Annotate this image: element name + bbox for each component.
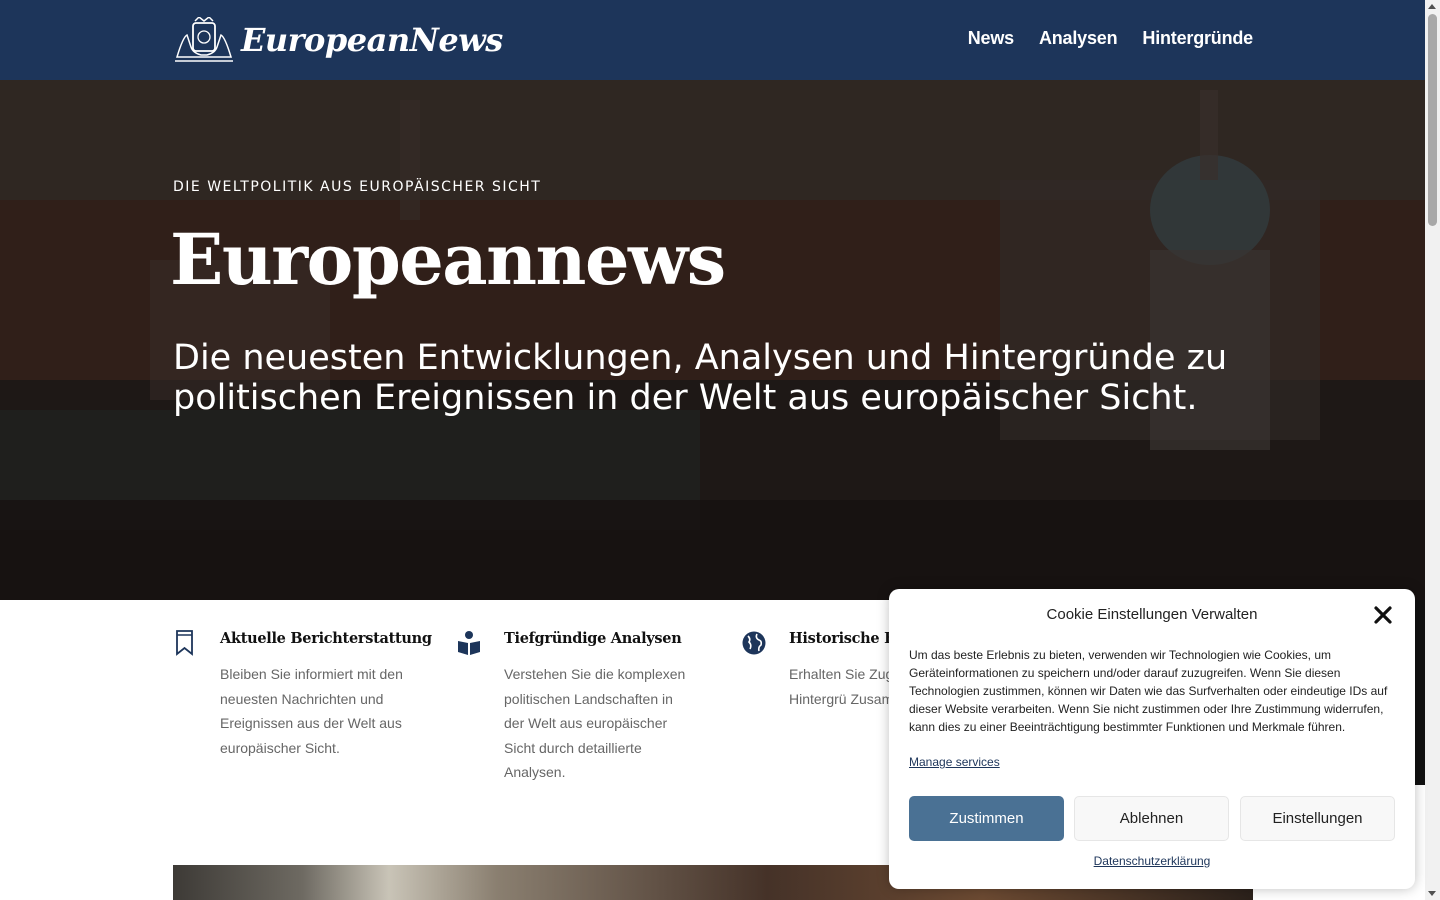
nav-item-hintergruende[interactable]: Hintergründe [1142, 28, 1253, 49]
side-image-strip [1415, 600, 1425, 785]
privacy-policy-link[interactable]: Datenschutzerklärung [889, 854, 1415, 868]
nav-item-analysen[interactable]: Analysen [1039, 28, 1118, 49]
scrollbar-thumb[interactable] [1428, 14, 1437, 226]
bookmark-icon [176, 630, 193, 656]
hero-section: DIE WELTPOLITIK AUS EUROPÄISCHER SICHT E… [0, 80, 1425, 600]
close-icon[interactable] [1373, 605, 1393, 625]
manage-services-link[interactable]: Manage services [909, 755, 1000, 769]
deny-button[interactable]: Ablehnen [1074, 796, 1229, 841]
page-scrollbar[interactable] [1425, 0, 1440, 900]
feature-text: Verstehen Sie die komplexen politischen … [504, 666, 686, 780]
accept-button[interactable]: Zustimmen [909, 796, 1064, 841]
cookie-description: Um das beste Erlebnis zu bieten, verwend… [909, 648, 1388, 734]
book-reader-icon [458, 631, 480, 655]
scroll-up-arrow-icon[interactable] [1428, 4, 1436, 9]
feature-title: Tiefgründige Analysen [504, 630, 682, 647]
nav-item-news[interactable]: News [968, 28, 1014, 49]
crest-logo-icon [175, 17, 233, 62]
feature-title: Aktuelle Berichterstattung [220, 630, 432, 647]
globe-icon [742, 631, 766, 655]
hero-subtitle: Die neuesten Entwicklungen, Analysen und… [173, 338, 1228, 418]
scroll-down-arrow-icon[interactable] [1428, 891, 1436, 896]
main-nav: News Analysen Hintergründe [968, 28, 1253, 49]
preferences-button[interactable]: Einstellungen [1240, 796, 1395, 841]
feature-text: Bleiben Sie informiert mit den neuesten … [220, 666, 403, 756]
site-logo[interactable]: EuropeanNews [173, 16, 503, 64]
logo-text: EuropeanNews [241, 21, 503, 59]
cookie-dialog-title: Cookie Einstellungen Verwalten [1046, 606, 1258, 623]
site-header: EuropeanNews News Analysen Hintergründe [0, 0, 1425, 80]
cookie-consent-dialog: Cookie Einstellungen Verwalten Um das be… [889, 589, 1415, 889]
hero-eyebrow: DIE WELTPOLITIK AUS EUROPÄISCHER SICHT [173, 179, 542, 195]
hero-title: Europeannews [170, 218, 726, 301]
